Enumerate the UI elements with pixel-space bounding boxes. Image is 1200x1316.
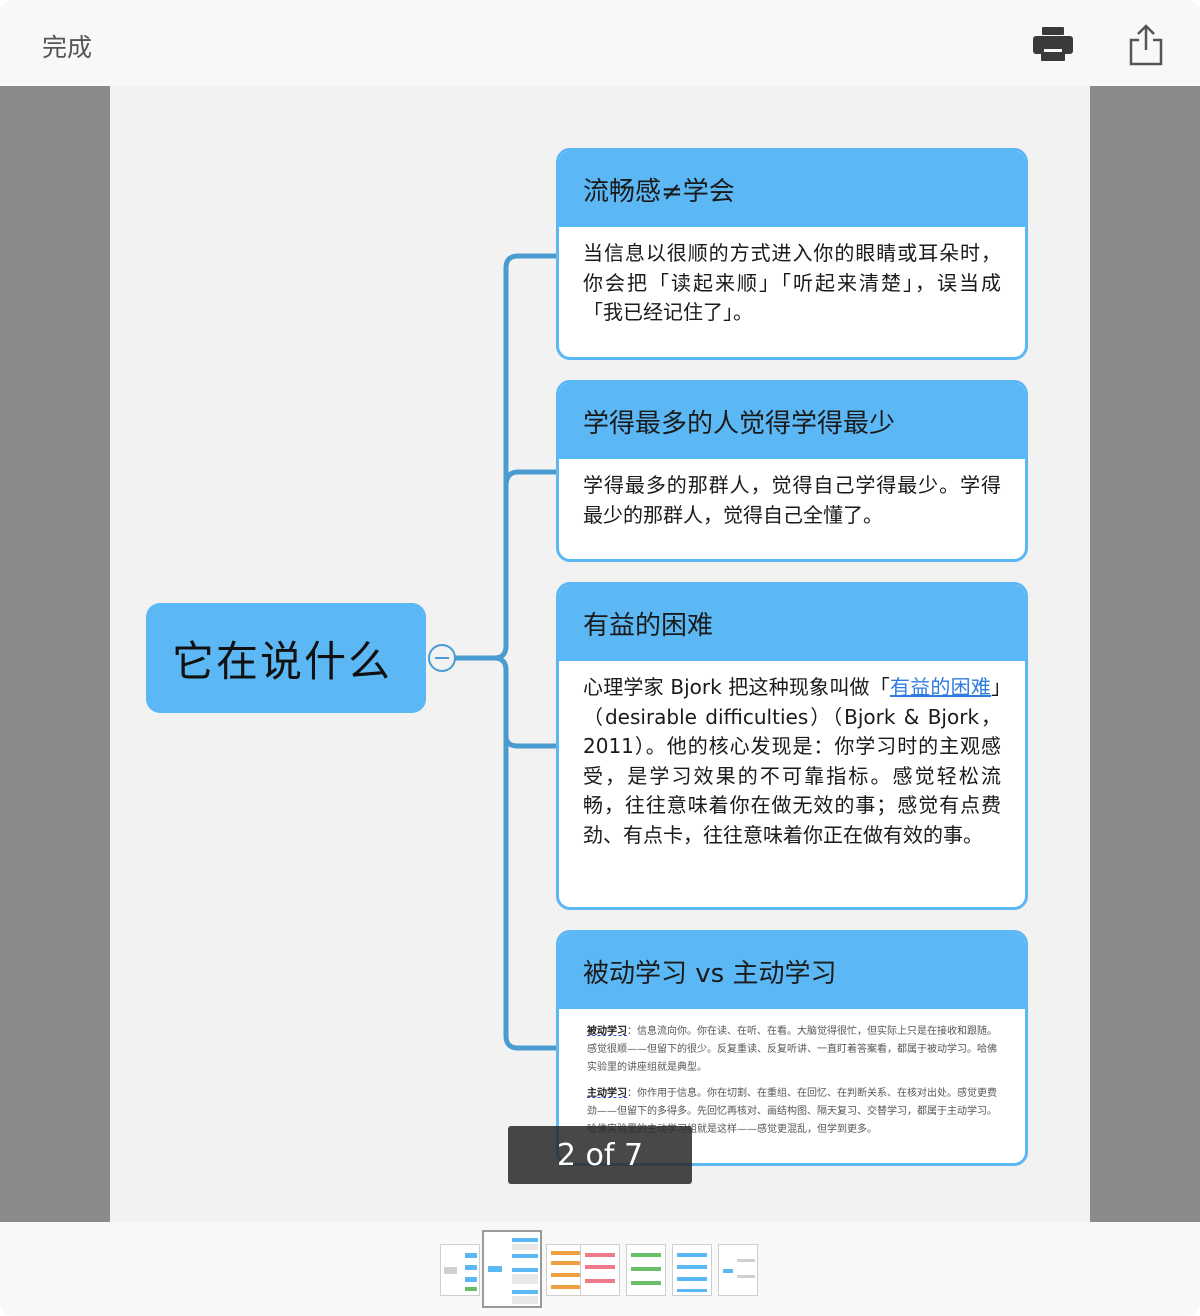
card-title: 被动学习 vs 主动学习 xyxy=(559,933,1025,1009)
top-toolbar: 完成 xyxy=(0,0,1200,86)
desirable-difficulties-link[interactable]: 有益的困难 xyxy=(890,675,991,699)
page-thumbnail[interactable] xyxy=(672,1244,712,1296)
topic-card-learners[interactable]: 学得最多的人觉得学得最少 学得最多的那群人，觉得自己学得最少。学得最少的那群人，… xyxy=(556,380,1028,562)
topic-card-desirable-difficulties[interactable]: 有益的困难 心理学家 Bjork 把这种现象叫做「有益的困难」（desirabl… xyxy=(556,582,1028,910)
card-body: 心理学家 Bjork 把这种现象叫做「有益的困难」（desirable diff… xyxy=(559,661,1025,850)
page-thumbnail-current[interactable] xyxy=(482,1230,542,1308)
card-title: 流畅感≠学会 xyxy=(559,151,1025,227)
pdf-preview-window: 完成 它在说什么 流畅感≠学会 当信息以很顺的方式进入你的眼睛或耳朵时，你会把「… xyxy=(0,0,1200,1316)
card-body: 学得最多的那群人，觉得自己学得最少。学得最少的那群人，觉得自己全懂了。 xyxy=(583,473,1001,527)
root-topic-title: 它在说什么 xyxy=(172,636,393,686)
done-button[interactable]: 完成 xyxy=(42,28,92,64)
card-title: 有益的困难 xyxy=(559,585,1025,661)
share-icon xyxy=(1129,24,1163,66)
active-term: 主动学习 xyxy=(587,1088,627,1099)
page-thumbnail-strip xyxy=(0,1222,1200,1316)
card-body-text: 心理学家 Bjork 把这种现象叫做「 xyxy=(583,675,890,699)
card-title: 学得最多的人觉得学得最少 xyxy=(559,383,1025,459)
printer-icon xyxy=(1033,27,1073,61)
card-body-text: 」（desirable difficulties）（Bjork & Bjork，… xyxy=(583,675,1001,847)
card-body: 当信息以很顺的方式进入你的眼睛或耳朵时，你会把「读起来顺」「听起来清楚」，误当成… xyxy=(583,241,1001,324)
collapse-branch-toggle[interactable] xyxy=(428,644,456,672)
document-viewer[interactable]: 它在说什么 流畅感≠学会 当信息以很顺的方式进入你的眼睛或耳朵时，你会把「读起来… xyxy=(0,86,1200,1222)
mindmap-page: 它在说什么 流畅感≠学会 当信息以很顺的方式进入你的眼睛或耳朵时，你会把「读起来… xyxy=(110,86,1090,1222)
card-body: 被动学习：信息流向你。你在读、在听、在看。大脑觉得很忙，但实际上只是在接收和跟随… xyxy=(559,1009,1025,1139)
root-topic-node[interactable]: 它在说什么 xyxy=(146,603,426,713)
page-thumbnail[interactable] xyxy=(626,1244,666,1296)
page-thumbnail[interactable] xyxy=(580,1244,620,1296)
topic-card-fluency[interactable]: 流畅感≠学会 当信息以很顺的方式进入你的眼睛或耳朵时，你会把「读起来顺」「听起来… xyxy=(556,148,1028,360)
page-thumbnail[interactable] xyxy=(718,1244,758,1296)
passive-text: ：信息流向你。你在读、在听、在看。大脑觉得很忙，但实际上只是在接收和跟随。感觉很… xyxy=(587,1026,997,1073)
print-button[interactable] xyxy=(1030,24,1076,66)
share-button[interactable] xyxy=(1124,22,1168,68)
page-indicator: 2 of 7 xyxy=(508,1126,692,1184)
passive-paragraph: 被动学习：信息流向你。你在读、在听、在看。大脑觉得很忙，但实际上只是在接收和跟随… xyxy=(587,1023,997,1077)
passive-term: 被动学习 xyxy=(587,1026,627,1037)
page-thumbnail[interactable] xyxy=(440,1244,480,1296)
